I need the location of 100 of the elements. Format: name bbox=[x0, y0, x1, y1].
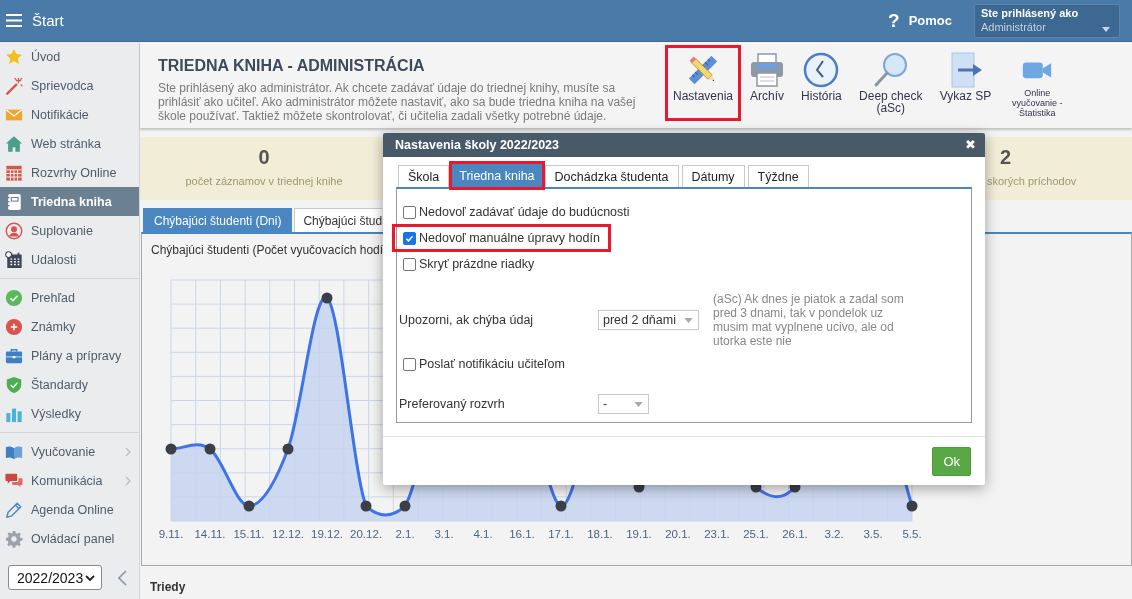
plus-circle-icon bbox=[5, 317, 23, 336]
data-point bbox=[243, 500, 255, 512]
caret-icon bbox=[634, 401, 643, 407]
data-point bbox=[360, 500, 372, 512]
tab[interactable]: Dátumy bbox=[681, 165, 745, 187]
axis-label: 23.1. bbox=[704, 528, 730, 540]
axis-label: 20.1. bbox=[665, 528, 691, 540]
chevron-left-icon[interactable] bbox=[118, 569, 127, 586]
axis-label: 2.1. bbox=[395, 528, 415, 540]
checkbox[interactable] bbox=[403, 357, 416, 371]
toolbar-button[interactable]: Archív bbox=[741, 45, 794, 121]
sidebar-item[interactable]: Vyučovanie bbox=[0, 437, 139, 466]
sidebar-item[interactable]: Suplovanie bbox=[0, 216, 139, 245]
field-label: Upozorni, ak chýba údaj bbox=[399, 313, 535, 327]
printer-icon bbox=[749, 52, 786, 88]
sidebar-item[interactable]: Prehľad bbox=[0, 283, 139, 312]
sidebar-item[interactable]: Triedna kniha bbox=[0, 187, 139, 216]
axis-label: 19.1. bbox=[626, 528, 652, 540]
axis-label: 25.1. bbox=[743, 528, 769, 540]
sidebar-item[interactable]: Plány a prípravy bbox=[0, 341, 139, 370]
checkbox-label[interactable]: Poslať notifikáciu učiteľom bbox=[419, 357, 565, 371]
sidebar-item[interactable]: Agenda Online bbox=[0, 495, 139, 524]
checkbox[interactable] bbox=[403, 205, 416, 219]
toolbar-button[interactable]: Vykaz SP bbox=[931, 45, 1000, 121]
axis-label: 4.1. bbox=[473, 528, 493, 540]
sidebar-item[interactable]: Rozvrhy Online bbox=[0, 158, 139, 187]
checkbox-label[interactable]: Skryť prázdne riadky bbox=[419, 257, 535, 271]
sidebar-item[interactable]: Úvod bbox=[0, 42, 139, 71]
year-select[interactable]: 2022/2023 bbox=[8, 565, 102, 590]
sidebar-item[interactable]: Štandardy bbox=[0, 370, 139, 399]
calendar-icon bbox=[5, 250, 23, 269]
sidebar-item[interactable]: Komunikácia bbox=[0, 466, 139, 495]
dropdown[interactable]: pred 2 dňami bbox=[598, 310, 699, 330]
axis-label: 26.1. bbox=[782, 528, 808, 540]
sidebar-item[interactable]: Udalosti bbox=[0, 245, 139, 274]
data-point bbox=[204, 443, 216, 455]
caret-icon bbox=[683, 317, 693, 323]
axis-label: 16.1. bbox=[509, 528, 535, 540]
axis-label: 3.5. bbox=[863, 528, 883, 540]
calendar-grid-icon bbox=[5, 163, 23, 182]
star-icon bbox=[5, 47, 23, 66]
stat-label: skorých príchodov bbox=[987, 175, 1077, 188]
checkbox[interactable] bbox=[403, 257, 416, 271]
magic-wand-icon bbox=[5, 76, 23, 95]
toolbar-button[interactable]: História bbox=[793, 45, 850, 121]
tab[interactable]: Chýbajúci študenti (Dni) bbox=[143, 208, 293, 232]
pencil-icon bbox=[5, 500, 23, 519]
toolbar-button[interactable]: Deep check (aSc) bbox=[849, 45, 932, 121]
close-button[interactable]: ✖ bbox=[965, 138, 976, 152]
tab[interactable]: Škola bbox=[398, 165, 450, 187]
tab[interactable]: Týždne bbox=[747, 165, 809, 187]
axis-label: 3.1. bbox=[434, 528, 454, 540]
axis-label: 3.2. bbox=[824, 528, 844, 540]
axis-label: 15.11. bbox=[233, 528, 265, 540]
gear-icon bbox=[5, 529, 23, 548]
menu-icon bbox=[6, 14, 22, 27]
dropdown[interactable]: - bbox=[598, 394, 649, 414]
shield-check-icon bbox=[5, 375, 23, 394]
sidebar-item[interactable]: Výsledky bbox=[0, 399, 139, 428]
help-icon: ? bbox=[888, 10, 900, 31]
sidebar-item[interactable]: Sprievodca bbox=[0, 71, 139, 100]
checkbox-label[interactable]: Nedovoľ manuálne úpravy hodín bbox=[419, 231, 600, 245]
field-label: Preferovaný rozvrh bbox=[399, 397, 506, 411]
sidebar-item[interactable]: Ovládací panel bbox=[0, 524, 139, 553]
section-title: Triedy bbox=[150, 580, 187, 594]
help-button[interactable]: ? Pomoc bbox=[888, 8, 952, 33]
stat-value: 0 bbox=[258, 145, 270, 169]
page-title: TRIEDNA KNIHA - ADMINISTRÁCIA bbox=[158, 56, 426, 76]
data-point bbox=[165, 443, 177, 455]
tab[interactable]: Dochádzka študenta bbox=[544, 165, 679, 187]
chevron-down-icon bbox=[85, 574, 95, 581]
clock-icon bbox=[803, 52, 840, 88]
sidebar-item[interactable]: Známky bbox=[0, 312, 139, 341]
axis-label: 12.12. bbox=[272, 528, 304, 540]
stat-value: 2 bbox=[999, 145, 1012, 169]
tab[interactable]: Triedna kniha bbox=[449, 161, 545, 190]
axis-label: 5.5. bbox=[902, 528, 922, 540]
axis-label: 19.12. bbox=[311, 528, 343, 540]
start-button[interactable]: Štart bbox=[0, 5, 64, 36]
sidebar-item[interactable]: Web stránka bbox=[0, 129, 139, 158]
toolbar-button[interactable]: Nastavenia bbox=[665, 45, 742, 121]
axis-label: 17.1. bbox=[548, 528, 574, 540]
house-icon bbox=[5, 134, 23, 153]
caret-icon bbox=[1102, 26, 1110, 32]
data-point bbox=[399, 500, 411, 512]
toolbar-button[interactable]: Online vyučovanie - Štatistika bbox=[999, 45, 1076, 121]
notebook-icon bbox=[5, 192, 23, 211]
check-circle-icon bbox=[5, 288, 23, 307]
hint-text: (aSc) Ak dnes je piatok a zadal som pred 3 dnami, tak v pondelok uz musim mat vyplnene ucivo, ale od utorka este nie bbox=[712, 292, 905, 348]
briefcase-icon bbox=[5, 346, 23, 365]
stat-label: počet záznamov v triednej knihe bbox=[185, 175, 343, 188]
checkbox[interactable] bbox=[403, 231, 416, 245]
sidebar-item[interactable]: Notifikácie bbox=[0, 100, 139, 129]
tab[interactable]: Chýbajúci štud bbox=[294, 208, 383, 232]
user-menu[interactable]: Ste prihlásený ako Administrátor bbox=[974, 3, 1120, 38]
axis-label: 9.11. bbox=[158, 528, 184, 540]
data-point bbox=[282, 443, 294, 455]
checkbox-label[interactable]: Nedovoľ zadávať údaje do budúcnosti bbox=[419, 205, 630, 219]
axis-label: 18.1. bbox=[587, 528, 613, 540]
data-point bbox=[555, 500, 567, 512]
